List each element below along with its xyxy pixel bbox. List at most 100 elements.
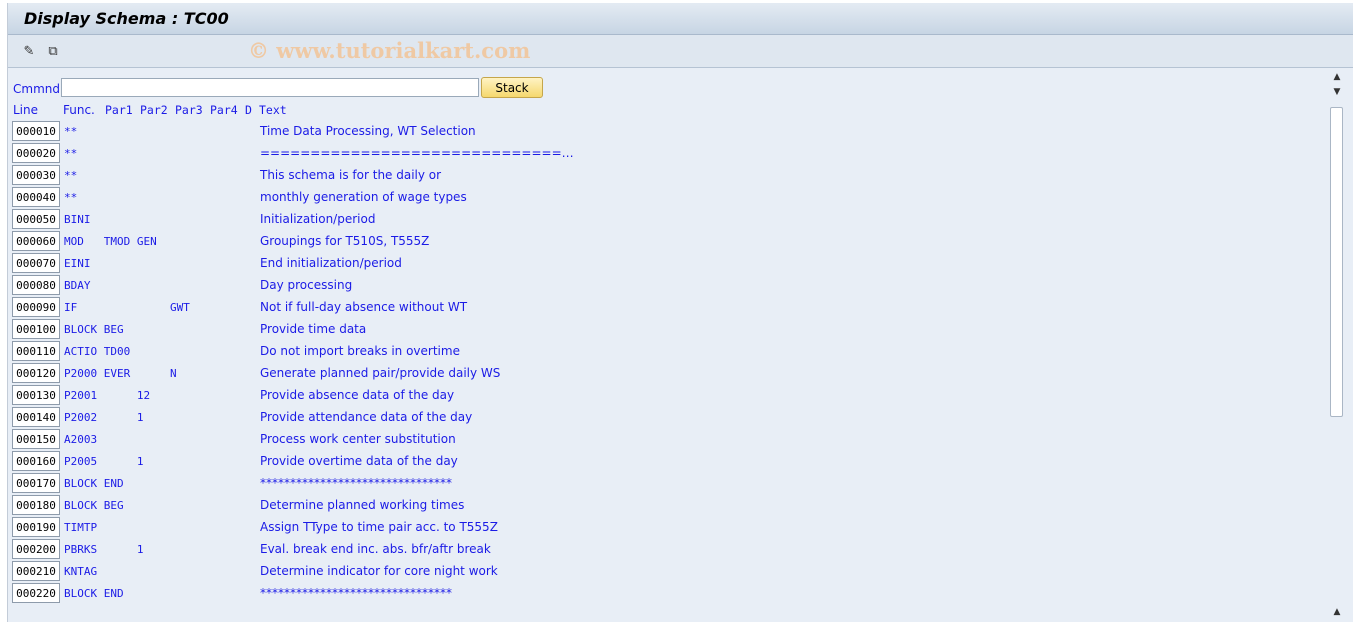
- line-number-field[interactable]: 000200: [12, 539, 60, 559]
- line-number-field[interactable]: 000100: [12, 319, 60, 339]
- function-params: BLOCK BEG: [64, 322, 124, 336]
- row-text: Do not import breaks in overtime: [260, 344, 460, 358]
- row-text: End initialization/period: [260, 256, 402, 270]
- function-params: BINI: [64, 212, 91, 226]
- header-par3: Par3: [175, 103, 203, 117]
- row-text: ********************************: [260, 476, 452, 490]
- stack-button[interactable]: Stack: [481, 77, 543, 98]
- table-row: 000190 TIMTP Assign TType to time pair a…: [12, 517, 498, 537]
- line-number-field[interactable]: 000210: [12, 561, 60, 581]
- display-change-icon[interactable]: ⧉: [44, 42, 62, 60]
- scroll-bottom-up-icon[interactable]: ▲: [1329, 607, 1345, 621]
- line-number-field[interactable]: 000170: [12, 473, 60, 493]
- header-d: D: [245, 103, 252, 117]
- title-bar: Display Schema : TC00: [8, 3, 1353, 35]
- line-number-field[interactable]: 000220: [12, 583, 60, 603]
- header-par2: Par2: [140, 103, 168, 117]
- header-func: Func.: [63, 103, 95, 117]
- header-par4: Par4: [210, 103, 238, 117]
- table-row: 000040 ** monthly generation of wage typ…: [12, 187, 467, 207]
- row-text: monthly generation of wage types: [260, 190, 467, 204]
- scroll-down-icon[interactable]: ▼: [1329, 87, 1345, 101]
- line-number-field[interactable]: 000010: [12, 121, 60, 141]
- function-params: IF GWT: [64, 300, 190, 314]
- function-params: EINI: [64, 256, 91, 270]
- line-number-field[interactable]: 000130: [12, 385, 60, 405]
- table-row: 000050 BINI Initialization/period: [12, 209, 375, 229]
- line-number-field[interactable]: 000020: [12, 143, 60, 163]
- function-params: P2002 1: [64, 410, 144, 424]
- function-params: A2003: [64, 432, 98, 446]
- page-title: Display Schema : TC00: [24, 9, 229, 28]
- row-text: Provide attendance data of the day: [260, 410, 473, 424]
- line-number-field[interactable]: 000120: [12, 363, 60, 383]
- table-row: 000210 KNTAG Determine indicator for cor…: [12, 561, 498, 581]
- edit-icon[interactable]: ✎: [20, 42, 38, 60]
- function-params: BLOCK END: [64, 586, 124, 600]
- table-row: 000120 P2000 EVER N Generate planned pai…: [12, 363, 500, 383]
- table-row: 000140 P2002 1 Provide attendance data o…: [12, 407, 472, 427]
- table-row: 000180 BLOCK BEG Determine planned worki…: [12, 495, 464, 515]
- command-label: Cmmnd: [13, 82, 60, 96]
- line-number-field[interactable]: 000080: [12, 275, 60, 295]
- table-row: 000220 BLOCK END ***********************…: [12, 583, 452, 603]
- header-line: Line: [13, 103, 39, 117]
- row-text: Not if full-day absence without WT: [260, 300, 468, 314]
- line-number-field[interactable]: 000160: [12, 451, 60, 471]
- vertical-scrollbar[interactable]: ▲ ▼ ▲: [1329, 69, 1345, 622]
- line-number-field[interactable]: 000180: [12, 495, 60, 515]
- function-params: MOD TMOD GEN: [64, 234, 157, 248]
- function-params: **: [64, 124, 78, 138]
- line-number-field[interactable]: 000050: [12, 209, 60, 229]
- table-row: 000200 PBRKS 1 Eval. break end inc. abs.…: [12, 539, 491, 559]
- window: Display Schema : TC00 ✎ ⧉ © www.tutorial…: [7, 3, 1353, 622]
- table-row: 000170 BLOCK END ***********************…: [12, 473, 452, 493]
- function-params: ACTIO TD00: [64, 344, 131, 358]
- schema-content: Cmmnd Stack Line Func. Par1 Par2 Par3 Pa…: [8, 69, 1328, 622]
- function-params: P2000 EVER N: [64, 366, 177, 380]
- line-number-field[interactable]: 000060: [12, 231, 60, 251]
- row-text: Groupings for T510S, T555Z: [260, 234, 430, 248]
- table-row: 000160 P2005 1 Provide overtime data of …: [12, 451, 458, 471]
- line-number-field[interactable]: 000110: [12, 341, 60, 361]
- row-text: Determine indicator for core night work: [260, 564, 498, 578]
- table-row: 000010 ** Time Data Processing, WT Selec…: [12, 121, 476, 141]
- function-params: **: [64, 146, 78, 160]
- table-row: 000080 BDAY Day processing: [12, 275, 352, 295]
- row-text: Assign TType to time pair acc. to T555Z: [260, 520, 498, 534]
- line-number-field[interactable]: 000030: [12, 165, 60, 185]
- command-input[interactable]: [61, 78, 479, 97]
- function-params: P2001 12: [64, 388, 151, 402]
- table-row: 000060 MOD TMOD GEN Groupings for T510S,…: [12, 231, 429, 251]
- line-number-field[interactable]: 000140: [12, 407, 60, 427]
- row-text: Provide overtime data of the day: [260, 454, 458, 468]
- scroll-thumb[interactable]: [1330, 107, 1343, 417]
- function-params: **: [64, 190, 78, 204]
- row-text: Eval. break end inc. abs. bfr/aftr break: [260, 542, 491, 556]
- scroll-up-icon[interactable]: ▲: [1329, 72, 1345, 86]
- header-par1: Par1: [105, 103, 133, 117]
- header-text: Text: [259, 103, 287, 117]
- line-number-field[interactable]: 000190: [12, 517, 60, 537]
- function-params: KNTAG: [64, 564, 98, 578]
- table-row: 000020 ** ==============================…: [12, 143, 574, 163]
- table-row: 000070 EINI End initialization/period: [12, 253, 402, 273]
- table-row: 000150 A2003 Process work center substit…: [12, 429, 456, 449]
- table-row: 000030 ** This schema is for the daily o…: [12, 165, 441, 185]
- row-text: Day processing: [260, 278, 353, 292]
- row-text: Generate planned pair/provide daily WS: [260, 366, 501, 380]
- row-text: ==============================…: [260, 146, 574, 160]
- row-text: Process work center substitution: [260, 432, 456, 446]
- row-text: Provide absence data of the day: [260, 388, 455, 402]
- line-number-field[interactable]: 000070: [12, 253, 60, 273]
- table-row: 000110 ACTIO TD00 Do not import breaks i…: [12, 341, 460, 361]
- row-text: Time Data Processing, WT Selection: [260, 124, 476, 138]
- line-number-field[interactable]: 000090: [12, 297, 60, 317]
- table-row: 000090 IF GWT Not if full-day absence wi…: [12, 297, 467, 317]
- line-number-field[interactable]: 000150: [12, 429, 60, 449]
- line-number-field[interactable]: 000040: [12, 187, 60, 207]
- function-params: P2005 1: [64, 454, 144, 468]
- watermark: © www.tutorialkart.com: [248, 38, 531, 63]
- function-params: PBRKS 1: [64, 542, 144, 556]
- function-params: TIMTP: [64, 520, 98, 534]
